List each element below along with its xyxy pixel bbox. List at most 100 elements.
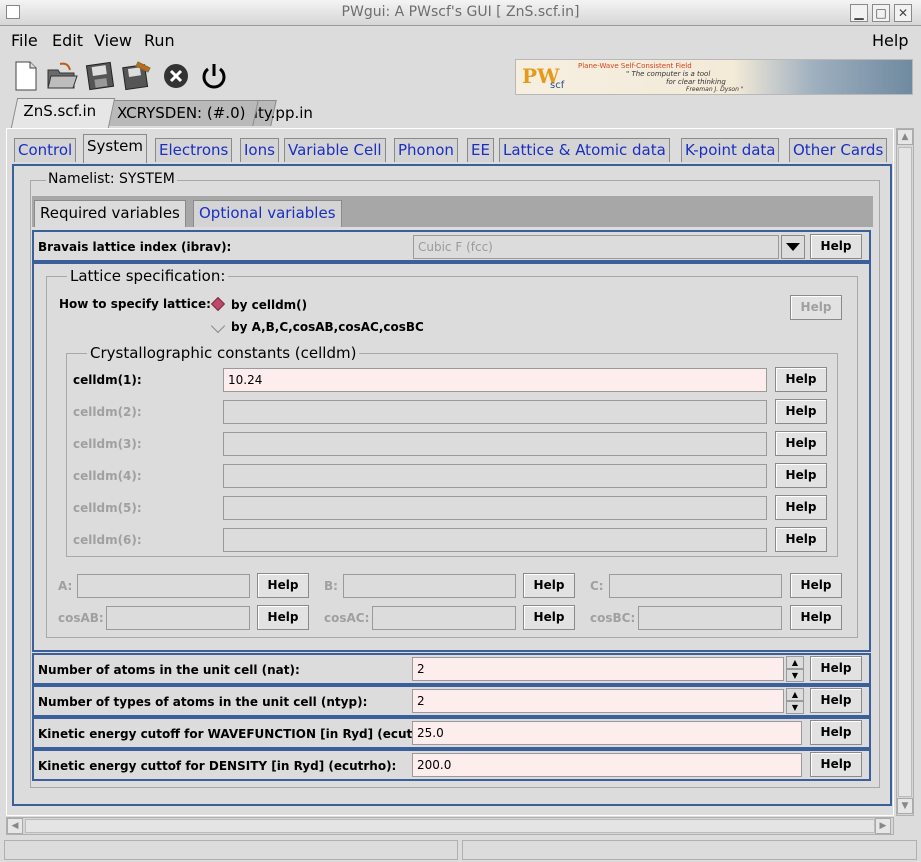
cosbc-help-button[interactable]: Help bbox=[790, 605, 842, 630]
save-as-icon[interactable] bbox=[120, 60, 152, 92]
celldm-5-input[interactable] bbox=[223, 496, 767, 520]
save-icon[interactable] bbox=[84, 60, 116, 92]
tab-required-variables[interactable]: Required variables bbox=[34, 200, 186, 227]
b-input[interactable] bbox=[343, 574, 516, 598]
scroll-up-icon[interactable]: ▲ bbox=[897, 129, 913, 145]
cosab-label: cosAB: bbox=[58, 611, 104, 625]
lattice-spec-legend: Lattice specification: bbox=[67, 267, 229, 285]
tab-lattice-atomic[interactable]: Lattice & Atomic data bbox=[499, 138, 670, 162]
celldm-2-help-button[interactable]: Help bbox=[775, 399, 827, 424]
close-file-icon[interactable] bbox=[160, 60, 192, 92]
radio-celldm-label[interactable]: by celldm() bbox=[231, 298, 307, 312]
cosbc-input[interactable] bbox=[638, 606, 782, 630]
ecutrho-label: Kinetic energy cuttof for DENSITY [in Ry… bbox=[38, 759, 397, 773]
cosab-input[interactable] bbox=[106, 606, 250, 630]
maximize-button[interactable]: □ bbox=[872, 4, 890, 22]
spin-down-icon[interactable]: ▼ bbox=[786, 669, 804, 682]
ecutrho-help-button[interactable]: Help bbox=[810, 752, 862, 777]
horizontal-scrollbar[interactable]: ◀ ▶ bbox=[6, 817, 894, 835]
window-title: PWgui: A PWscf's GUI [ ZnS.scf.in] bbox=[341, 4, 580, 20]
a-help-button[interactable]: Help bbox=[257, 573, 309, 598]
close-window-button[interactable]: ✕ bbox=[894, 4, 912, 22]
ibrav-help-button[interactable]: Help bbox=[810, 234, 862, 259]
open-folder-icon[interactable] bbox=[46, 60, 78, 92]
tab-control[interactable]: Control bbox=[14, 138, 77, 162]
cosab-help-button[interactable]: Help bbox=[257, 605, 309, 630]
menu-bar: File Edit View Run Help bbox=[0, 26, 921, 54]
ecutrho-input[interactable]: 200.0 bbox=[412, 753, 802, 777]
cosbc-label: cosBC: bbox=[590, 611, 636, 625]
scroll-left-icon[interactable]: ◀ bbox=[7, 818, 23, 834]
ntyp-input[interactable]: 2 bbox=[412, 689, 784, 713]
logo-quote-3: Freeman J. Dyson " bbox=[686, 86, 744, 93]
celldm-3-input[interactable] bbox=[223, 432, 767, 456]
c-input[interactable] bbox=[609, 574, 782, 598]
vertical-scroll-thumb[interactable] bbox=[898, 147, 912, 797]
nat-input[interactable]: 2 bbox=[412, 657, 784, 681]
menu-help[interactable]: Help bbox=[872, 31, 908, 50]
vertical-scrollbar[interactable]: ▲ ▼ bbox=[896, 128, 914, 816]
ntyp-help-button[interactable]: Help bbox=[810, 688, 862, 713]
b-label: B: bbox=[324, 579, 338, 593]
logo-quote-2: for clear thinking bbox=[666, 78, 726, 86]
tab-system[interactable]: System bbox=[83, 134, 147, 163]
radio-abc-label[interactable]: by A,B,C,cosAB,cosAC,cosBC bbox=[231, 320, 424, 334]
scroll-right-icon[interactable]: ▶ bbox=[875, 818, 891, 834]
ibrav-select[interactable]: Cubic F (fcc) bbox=[413, 235, 779, 259]
celldm-4-input[interactable] bbox=[223, 464, 767, 488]
b-help-button[interactable]: Help bbox=[523, 573, 575, 598]
c-help-button[interactable]: Help bbox=[790, 573, 842, 598]
minimize-button[interactable]: ▁ bbox=[850, 4, 868, 22]
status-pane-left bbox=[4, 840, 458, 860]
celldm-1-input[interactable]: 10.24 bbox=[223, 368, 767, 392]
celldm-4-help-button[interactable]: Help bbox=[775, 463, 827, 488]
tab-optional-variables[interactable]: Optional variables bbox=[193, 200, 342, 227]
scroll-down-icon[interactable]: ▼ bbox=[897, 798, 913, 814]
a-input[interactable] bbox=[77, 574, 250, 598]
status-bar bbox=[0, 838, 921, 862]
celldm-legend: Crystallographic constants (celldm) bbox=[87, 344, 360, 362]
new-file-icon[interactable] bbox=[10, 60, 42, 92]
celldm-2-input[interactable] bbox=[223, 400, 767, 424]
cosac-input[interactable] bbox=[372, 606, 516, 630]
lattice-help-button[interactable]: Help bbox=[790, 295, 842, 320]
spin-up-icon[interactable]: ▲ bbox=[786, 656, 804, 669]
ecutwfc-help-button[interactable]: Help bbox=[810, 720, 862, 745]
ntyp-label: Number of types of atoms in the unit cel… bbox=[38, 695, 368, 709]
spin-down-icon[interactable]: ▼ bbox=[786, 701, 804, 714]
celldm-5-label: celldm(5): bbox=[73, 501, 142, 515]
file-tab-zns-scf[interactable]: ZnS.scf.in bbox=[10, 98, 116, 128]
ecutwfc-input[interactable]: 25.0 bbox=[412, 721, 802, 745]
pwscf-logo: PW scf Plane-Wave Self-Consistent Field … bbox=[515, 59, 913, 95]
menu-file[interactable]: File bbox=[11, 31, 38, 50]
tab-electrons[interactable]: Electrons bbox=[155, 138, 233, 162]
tab-variable-cell[interactable]: Variable Cell bbox=[284, 138, 386, 162]
tab-ions[interactable]: Ions bbox=[240, 138, 279, 162]
menu-edit[interactable]: Edit bbox=[52, 31, 83, 50]
nat-spinner[interactable]: ▲ ▼ bbox=[786, 656, 804, 682]
celldm-6-input[interactable] bbox=[223, 528, 767, 552]
file-tab-xcrysden[interactable]: XCRYSDEN: (#.0) bbox=[105, 100, 259, 126]
menu-run[interactable]: Run bbox=[144, 31, 175, 50]
tab-ee[interactable]: EE bbox=[467, 138, 494, 162]
toolbar: PW scf Plane-Wave Self-Consistent Field … bbox=[0, 56, 921, 98]
tab-other-cards[interactable]: Other Cards bbox=[789, 138, 888, 162]
cosac-help-button[interactable]: Help bbox=[523, 605, 575, 630]
tab-phonon[interactable]: Phonon bbox=[394, 138, 458, 162]
celldm-5-help-button[interactable]: Help bbox=[775, 495, 827, 520]
cosac-label: cosAC: bbox=[324, 611, 370, 625]
celldm-1-help-button[interactable]: Help bbox=[775, 367, 827, 392]
ibrav-dropdown-button[interactable] bbox=[781, 235, 805, 259]
exit-power-icon[interactable] bbox=[198, 60, 230, 92]
c-label: C: bbox=[590, 579, 604, 593]
nat-help-button[interactable]: Help bbox=[810, 656, 862, 681]
celldm-6-help-button[interactable]: Help bbox=[775, 527, 827, 552]
celldm-3-help-button[interactable]: Help bbox=[775, 431, 827, 456]
namelist-title: Namelist: SYSTEM bbox=[46, 171, 177, 187]
celldm-2-label: celldm(2): bbox=[73, 405, 142, 419]
spin-up-icon[interactable]: ▲ bbox=[786, 688, 804, 701]
tab-kpoint[interactable]: K-point data bbox=[681, 138, 780, 162]
menu-view[interactable]: View bbox=[94, 31, 132, 50]
ntyp-spinner[interactable]: ▲ ▼ bbox=[786, 688, 804, 714]
horizontal-scroll-thumb[interactable] bbox=[25, 819, 875, 833]
